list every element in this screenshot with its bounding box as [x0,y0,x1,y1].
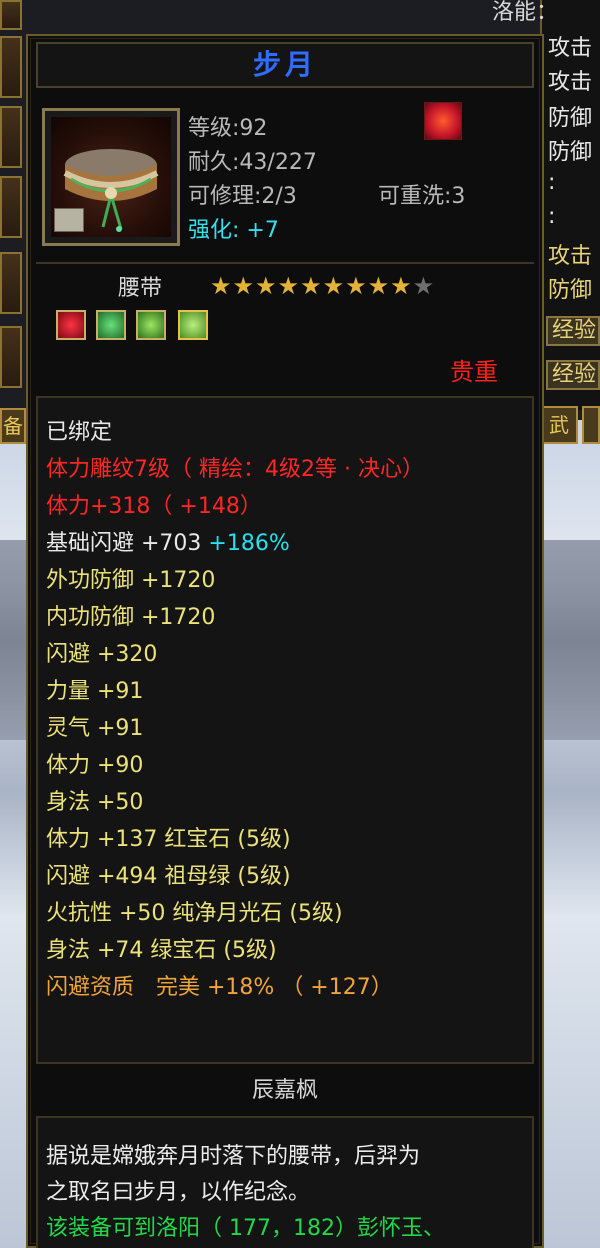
attribute-bonus: +186% [201,531,290,556]
stat-label-attack: 攻击 [548,244,593,269]
item-enhance-level: 强化: +7 [188,218,279,243]
star-filled-icon: ★ [232,272,256,300]
stat-label-defense: 防御 [548,106,593,131]
attribute-line: 体力+318（ +148） [46,494,262,519]
crafter-name: 辰嘉枫 [251,1078,318,1103]
green-gem-icon [136,310,166,340]
equip-slot-3[interactable] [0,106,22,168]
emerald-icon [96,310,126,340]
attribute-line: 已绑定 [46,420,113,445]
star-filled-icon: ★ [210,272,233,300]
experience-button[interactable]: 经验 [546,316,600,346]
item-category: 腰带 [118,276,163,301]
star-filled-icon: ★ [255,272,278,300]
attribute-line: 身法 +50 [46,790,144,815]
stat-label-separator: : [548,204,556,229]
stat-label-attack: 攻击 [548,70,593,95]
attribute-line: 体力 +90 [46,753,144,778]
equip-slot-1[interactable] [0,0,22,30]
weapon-tab[interactable]: 武 [540,406,578,444]
experience-button[interactable]: 经验 [546,360,600,390]
fire-element-icon [424,102,462,140]
equipment-tab[interactable]: 备 [0,408,26,444]
attribute-line: 力量 +91 [46,679,144,704]
item-rarity: 贵重 [450,358,498,386]
star-filled-icon: ★ [277,272,301,300]
equip-slot-4[interactable] [0,176,22,238]
attribute-line: 体力 +137 红宝石 (5级) [46,827,291,852]
equip-slot-6[interactable] [0,326,22,388]
item-title-bar: 步月 [36,42,534,88]
stat-label-defense: 防御 [548,278,593,303]
ruby-icon [56,310,86,340]
description-line: 据说是嫦娥奔月时落下的腰带，后羿为 [46,1144,421,1169]
star-filled-icon: ★ [345,272,368,300]
star-filled-icon: ★ [390,272,413,300]
attribute-line: 体力雕纹7级（ 精绘：4级2等 · 决心） [46,457,424,482]
item-name: 步月 [252,48,317,81]
stat-label-defense: 防御 [548,140,593,165]
attribute-line: 闪避 +320 [46,642,158,667]
bound-lock-icon [54,208,84,232]
item-durability: 耐久:43/227 [188,150,317,175]
attribute-line: 内功防御 +1720 [46,605,216,630]
item-repair-count: 可修理:2/3 [188,184,297,209]
equip-slot-5[interactable] [0,252,22,314]
stat-label-separator: : [548,170,556,195]
side-tab[interactable] [582,406,600,444]
star-empty-icon: ★ [412,272,436,300]
star-rating: ★★★★★★★★★★ [210,272,435,300]
item-rewash-count: 可重洗:3 [378,184,466,209]
attribute-line: 闪避 +494 祖母绿 (5级) [46,864,291,889]
description-line: 该装备可到洛阳（ 177，182）彭怀玉、 [46,1216,445,1241]
top-right-label: 洛能： [492,0,559,25]
description-line: 之取名曰步月，以作纪念。 [46,1180,311,1205]
author-bar: 辰嘉枫 [36,1070,534,1112]
star-filled-icon: ★ [322,272,346,300]
attribute-line: 基础闪避 +703 +186% [46,531,290,556]
stat-label-attack: 攻击 [548,36,593,61]
star-filled-icon: ★ [300,272,323,300]
attribute-line: 外功防御 +1720 [46,568,216,593]
attribute-line: 闪避资质 完美 +18% （ +127） [46,975,393,1000]
attribute-line: 灵气 +91 [46,716,144,741]
attribute-line: 身法 +74 绿宝石 (5级) [46,938,277,963]
item-level: 等级:92 [188,116,268,141]
attribute-line: 火抗性 +50 纯净月光石 (5级) [46,901,343,926]
equip-slot-2[interactable] [0,36,22,98]
jade-gem-icon [178,310,208,340]
star-filled-icon: ★ [367,272,391,300]
divider [36,262,534,264]
